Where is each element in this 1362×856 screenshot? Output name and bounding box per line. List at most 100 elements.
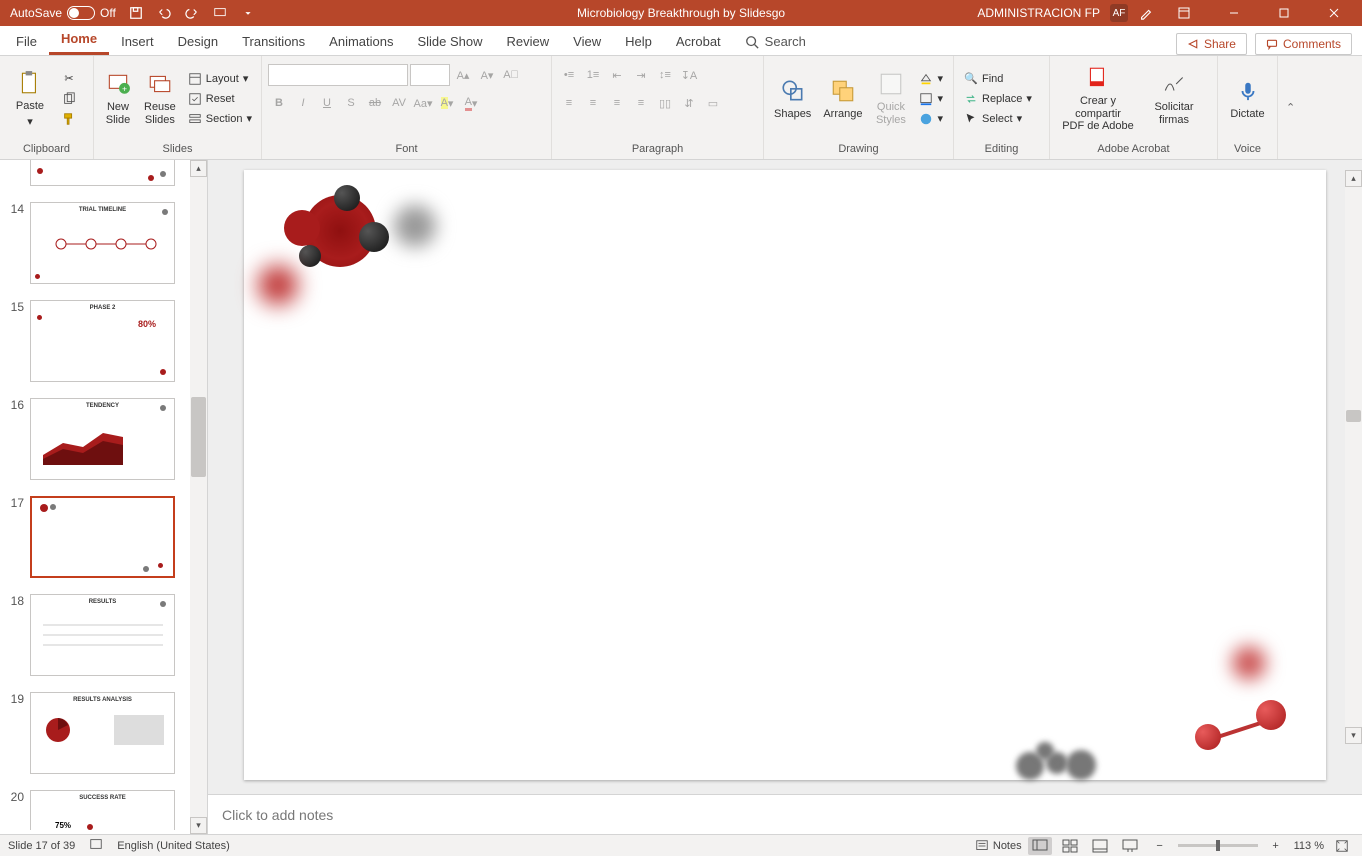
- tab-acrobat[interactable]: Acrobat: [664, 28, 733, 55]
- replace-button[interactable]: Replace ▾: [960, 90, 1036, 108]
- font-size-combo[interactable]: [410, 64, 450, 86]
- share-button[interactable]: Share: [1176, 33, 1247, 55]
- slide-thumb-18[interactable]: RESULTS: [30, 594, 175, 676]
- search-icon: [745, 35, 759, 49]
- shape-effects-button[interactable]: ▾: [915, 110, 947, 128]
- notes-pane[interactable]: Click to add notes: [208, 794, 1362, 834]
- slide-counter[interactable]: Slide 17 of 39: [8, 840, 75, 852]
- thumb-number-20: 20: [4, 790, 24, 804]
- slideshow-view-button[interactable]: [1118, 837, 1142, 855]
- autosave-state: Off: [100, 6, 116, 20]
- language-indicator[interactable]: English (United States): [117, 840, 230, 852]
- normal-view-button[interactable]: [1028, 837, 1052, 855]
- tab-file[interactable]: File: [4, 28, 49, 55]
- shape-outline-button[interactable]: ▾: [915, 90, 947, 108]
- tab-help[interactable]: Help: [613, 28, 664, 55]
- font-name-combo[interactable]: [268, 64, 408, 86]
- request-signatures-button[interactable]: Solicitar firmas: [1144, 68, 1204, 128]
- zoom-in-button[interactable]: +: [1264, 837, 1288, 855]
- signature-icon: [1160, 70, 1188, 98]
- find-button[interactable]: 🔍Find: [960, 70, 1036, 88]
- editor-scroll-up[interactable]: ▴: [1345, 170, 1362, 187]
- slide-thumb-14[interactable]: TRIAL TIMELINE: [30, 202, 175, 284]
- shape-fill-icon: [919, 72, 933, 86]
- copy-button[interactable]: [58, 90, 80, 108]
- paste-button[interactable]: Paste ▾: [6, 67, 54, 130]
- notes-toggle[interactable]: Notes: [975, 839, 1022, 853]
- slide-sorter-view-button[interactable]: [1058, 837, 1082, 855]
- zoom-knob[interactable]: [1216, 840, 1220, 851]
- thumb-scroll-handle[interactable]: [191, 397, 206, 477]
- comments-button[interactable]: Comments: [1255, 33, 1352, 55]
- editor-scroll-down[interactable]: ▾: [1345, 727, 1362, 744]
- line-spacing-button: ↕≡: [654, 64, 676, 86]
- shape-effects-icon: [919, 112, 933, 126]
- reset-button[interactable]: Reset: [184, 90, 256, 108]
- quick-styles-icon: [877, 70, 905, 98]
- thumb-scroll-down[interactable]: ▾: [190, 817, 207, 834]
- new-slide-button[interactable]: + New Slide: [100, 68, 136, 128]
- arrange-button[interactable]: Arrange: [819, 75, 866, 123]
- tab-review[interactable]: Review: [495, 28, 562, 55]
- ink-icon[interactable]: [1138, 5, 1154, 21]
- shape-fill-button[interactable]: ▾: [915, 70, 947, 88]
- editor-scroll-handle[interactable]: [1346, 410, 1361, 422]
- tell-me-search[interactable]: Search: [733, 28, 818, 55]
- tab-insert[interactable]: Insert: [109, 28, 166, 55]
- zoom-slider[interactable]: [1178, 844, 1258, 847]
- ribbon: Paste ▾ ✂ Clipboard + New Slide Reuse Sl…: [0, 56, 1362, 160]
- select-button[interactable]: Select ▾: [960, 110, 1036, 128]
- editor-vertical-scrollbar[interactable]: ▴ ▾: [1345, 170, 1362, 744]
- fit-to-window-button[interactable]: [1330, 837, 1354, 855]
- shapes-button[interactable]: Shapes: [770, 75, 815, 123]
- align-center-button: ≡: [582, 92, 604, 114]
- slide-thumb-16[interactable]: TENDENCY: [30, 398, 175, 480]
- ribbon-display-icon[interactable]: [1164, 0, 1204, 26]
- thumb-scroll-up[interactable]: ▴: [190, 160, 207, 177]
- undo-icon[interactable]: [156, 5, 172, 21]
- user-avatar[interactable]: AF: [1110, 4, 1128, 22]
- reuse-slides-button[interactable]: Reuse Slides: [140, 68, 180, 128]
- slide-thumb-13-partial[interactable]: [30, 160, 175, 186]
- tab-design[interactable]: Design: [166, 28, 230, 55]
- align-text-button: ⇵: [678, 92, 700, 114]
- zoom-level[interactable]: 113 %: [1294, 840, 1324, 852]
- save-icon[interactable]: [128, 5, 144, 21]
- slide-thumb-20-partial[interactable]: SUCCESS RATE 75%: [30, 790, 175, 830]
- autosave-toggle[interactable]: AutoSave Off: [10, 6, 116, 20]
- accessibility-icon[interactable]: [89, 837, 103, 854]
- copy-icon: [62, 92, 76, 106]
- tab-home[interactable]: Home: [49, 25, 109, 55]
- tab-animations[interactable]: Animations: [317, 28, 405, 55]
- shapes-icon: [779, 77, 807, 105]
- decor-dark-3: [299, 245, 321, 267]
- maximize-icon[interactable]: [1264, 0, 1304, 26]
- format-painter-icon: [62, 112, 76, 126]
- cut-button[interactable]: ✂: [58, 70, 80, 88]
- tab-view[interactable]: View: [561, 28, 613, 55]
- start-from-beginning-icon[interactable]: [212, 5, 228, 21]
- slide-thumb-15[interactable]: PHASE 2 80%: [30, 300, 175, 382]
- dictate-button[interactable]: Dictate: [1224, 75, 1271, 123]
- redo-icon[interactable]: [184, 5, 200, 21]
- format-painter-button[interactable]: [58, 110, 80, 128]
- tab-transitions[interactable]: Transitions: [230, 28, 317, 55]
- group-label-editing: Editing: [954, 141, 1049, 159]
- collapse-ribbon-icon[interactable]: ⌃: [1278, 101, 1303, 114]
- group-label-clipboard: Clipboard: [0, 141, 93, 159]
- slide-thumb-17[interactable]: [30, 496, 175, 578]
- layout-button[interactable]: Layout▾: [184, 70, 256, 88]
- tab-slideshow[interactable]: Slide Show: [405, 28, 494, 55]
- create-share-pdf-button[interactable]: Crear y compartir PDF de Adobe: [1056, 62, 1140, 135]
- qat-more-icon[interactable]: [240, 5, 256, 21]
- minimize-icon[interactable]: [1214, 0, 1254, 26]
- zoom-out-button[interactable]: −: [1148, 837, 1172, 855]
- close-icon[interactable]: [1314, 0, 1354, 26]
- slide-thumb-19[interactable]: RESULTS ANALYSIS: [30, 692, 175, 774]
- thumb-scroll-track[interactable]: [190, 177, 207, 817]
- reading-view-button[interactable]: [1088, 837, 1112, 855]
- slide-canvas[interactable]: [244, 170, 1326, 780]
- autosave-switch[interactable]: [67, 6, 95, 20]
- section-button[interactable]: Section▾: [184, 110, 256, 128]
- group-label-acrobat: Adobe Acrobat: [1050, 141, 1217, 159]
